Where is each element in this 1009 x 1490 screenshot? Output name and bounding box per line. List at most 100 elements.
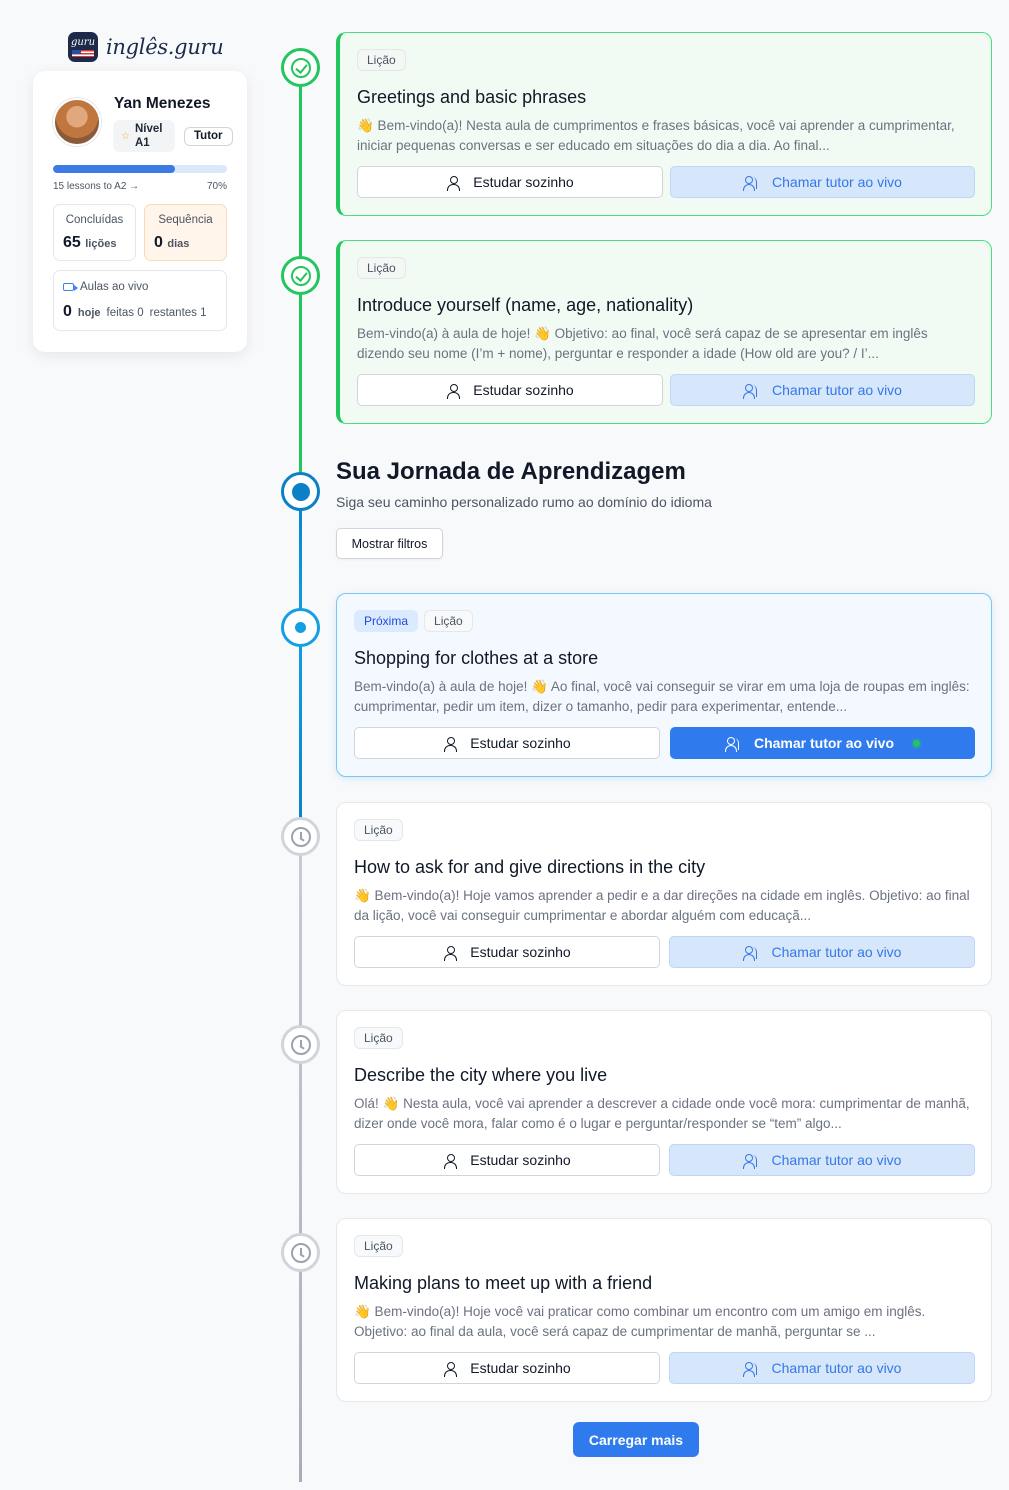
level-progress-fill bbox=[53, 165, 175, 173]
completed-title: Concluídas bbox=[65, 214, 124, 226]
journey-subtitle: Siga seu caminho personalizado rumo ao d… bbox=[336, 494, 712, 510]
users-icon bbox=[742, 1361, 759, 1377]
progress-label[interactable]: 15 lessons to A2 → bbox=[53, 181, 139, 192]
brand-name: inglês.guru bbox=[106, 35, 224, 59]
live-today-value: 0 bbox=[63, 303, 72, 320]
study-alone-button[interactable]: Estudar sozinho bbox=[354, 727, 660, 759]
lesson-description: 👋 Bem-vindo(a)! Hoje você vai praticar c… bbox=[354, 1304, 926, 1339]
lesson-tags: Lição bbox=[354, 819, 403, 841]
live-classes-label: Aulas ao vivo bbox=[80, 281, 149, 293]
study-alone-label: Estudar sozinho bbox=[473, 174, 574, 190]
avatar[interactable] bbox=[53, 98, 101, 146]
tag-lesson: Lição bbox=[357, 49, 406, 71]
study-alone-button[interactable]: Estudar sozinho bbox=[354, 1144, 660, 1176]
call-tutor-button[interactable]: Chamar tutor ao vivo bbox=[670, 166, 975, 198]
lesson-title[interactable]: Greetings and basic phrases bbox=[357, 87, 586, 108]
completed-number: 65 bbox=[63, 234, 81, 251]
lesson-tags: Lição bbox=[357, 257, 406, 279]
users-icon bbox=[743, 175, 759, 191]
progress-percent: 70% bbox=[206, 181, 227, 192]
lesson-title[interactable]: Describe the city where you live bbox=[354, 1065, 607, 1086]
users-icon bbox=[742, 945, 759, 961]
lesson-card[interactable]: Lição Describe the city where you live O… bbox=[336, 1010, 992, 1194]
level-badge: ☆ Nível A1 bbox=[113, 120, 175, 152]
tag-lesson: Lição bbox=[354, 819, 403, 841]
level-label: Nível A1 bbox=[135, 122, 163, 150]
clock-icon bbox=[290, 1034, 311, 1055]
lesson-title[interactable]: Introduce yourself (name, age, nationali… bbox=[357, 295, 693, 316]
streak-title: Sequência bbox=[158, 214, 213, 226]
brand-logo[interactable]: guru inglês.guru bbox=[68, 32, 224, 62]
tag-lesson: Lição bbox=[424, 610, 473, 632]
completed-value: 65 lições bbox=[63, 234, 116, 252]
journey-dot-icon bbox=[291, 482, 310, 501]
timeline-node-completed bbox=[281, 256, 320, 295]
call-tutor-button[interactable]: Chamar tutor ao vivo bbox=[669, 1352, 975, 1384]
timeline-current-line bbox=[299, 492, 302, 837]
user-icon bbox=[443, 736, 458, 752]
streak-number: 0 bbox=[154, 234, 163, 251]
study-alone-button[interactable]: Estudar sozinho bbox=[357, 166, 663, 198]
lesson-card-next[interactable]: Próxima Lição Shopping for clothes at a … bbox=[336, 593, 992, 777]
lesson-description: Bem-vindo(a) à aula de hoje! 👋 Objetivo:… bbox=[357, 326, 928, 361]
journey-title: Sua Jornada de Aprendizagem bbox=[336, 458, 686, 485]
profile-card: Yan Menezes ☆ Nível A1 Tutor 15 lessons … bbox=[33, 71, 247, 352]
timeline-node-journey bbox=[281, 472, 320, 511]
lesson-description: Bem-vindo(a) à aula de hoje! 👋 Ao final,… bbox=[354, 679, 970, 714]
streak-unit: dias bbox=[167, 238, 190, 250]
lesson-title[interactable]: How to ask for and give directions in th… bbox=[354, 857, 705, 878]
study-alone-button[interactable]: Estudar sozinho bbox=[357, 374, 663, 406]
timeline-node-next bbox=[281, 608, 320, 647]
clock-icon bbox=[290, 826, 311, 847]
us-flag-icon bbox=[72, 50, 94, 57]
timeline-node-pending bbox=[281, 1233, 320, 1272]
lesson-card[interactable]: Lição Greetings and basic phrases 👋 Bem-… bbox=[336, 32, 992, 216]
users-icon bbox=[743, 383, 759, 399]
live-classes-values: 0 hoje feitas 0 restantes 1 bbox=[63, 303, 207, 321]
call-tutor-button[interactable]: Chamar tutor ao vivo bbox=[669, 1144, 975, 1176]
live-remaining: restantes 1 bbox=[149, 307, 207, 319]
lesson-description: Olá! 👋 Nesta aula, você vai aprender a d… bbox=[354, 1096, 970, 1131]
load-more-button[interactable]: Carregar mais bbox=[573, 1422, 699, 1457]
lesson-card[interactable]: Lição Introduce yourself (name, age, nat… bbox=[336, 240, 992, 424]
study-alone-label: Estudar sozinho bbox=[470, 944, 571, 960]
live-classes-stat: Aulas ao vivo 0 hoje feitas 0 restantes … bbox=[53, 270, 227, 331]
completed-stat: Concluídas 65 lições bbox=[53, 204, 136, 261]
user-icon bbox=[446, 383, 461, 399]
timeline-node-pending bbox=[281, 817, 320, 856]
lesson-card[interactable]: Lição Making plans to meet up with a fri… bbox=[336, 1218, 992, 1402]
check-circle-icon bbox=[290, 265, 311, 286]
timeline-node-completed bbox=[281, 48, 320, 87]
call-tutor-label: Chamar tutor ao vivo bbox=[771, 944, 902, 960]
lesson-title[interactable]: Making plans to meet up with a friend bbox=[354, 1273, 652, 1294]
next-dot-icon bbox=[295, 622, 306, 633]
completed-unit: lições bbox=[85, 238, 117, 250]
call-tutor-button[interactable]: Chamar tutor ao vivo bbox=[670, 727, 975, 759]
call-tutor-label: Chamar tutor ao vivo bbox=[771, 1152, 902, 1168]
study-alone-button[interactable]: Estudar sozinho bbox=[354, 1352, 660, 1384]
star-icon: ☆ bbox=[121, 130, 130, 142]
call-tutor-button[interactable]: Chamar tutor ao vivo bbox=[670, 374, 975, 406]
lesson-card[interactable]: Lição How to ask for and give directions… bbox=[336, 802, 992, 986]
user-name: Yan Menezes bbox=[114, 95, 211, 112]
study-alone-label: Estudar sozinho bbox=[470, 1360, 571, 1376]
lesson-tags: Lição bbox=[354, 1027, 403, 1049]
study-alone-button[interactable]: Estudar sozinho bbox=[354, 936, 660, 968]
user-icon bbox=[446, 175, 461, 191]
level-progress-bar bbox=[53, 165, 227, 173]
study-alone-label: Estudar sozinho bbox=[473, 382, 574, 398]
timeline-node-pending bbox=[281, 1025, 320, 1064]
level-line-2: A1 bbox=[134, 137, 150, 149]
lesson-description: 👋 Bem-vindo(a)! Hoje vamos aprender a pe… bbox=[354, 888, 970, 923]
lesson-title[interactable]: Shopping for clothes at a store bbox=[354, 648, 598, 669]
show-filters-button[interactable]: Mostrar filtros bbox=[336, 528, 443, 559]
call-tutor-button[interactable]: Chamar tutor ao vivo bbox=[669, 936, 975, 968]
call-tutor-label: Chamar tutor ao vivo bbox=[753, 735, 895, 751]
lesson-tags: Lição bbox=[354, 1235, 403, 1257]
tag-lesson: Lição bbox=[354, 1235, 403, 1257]
users-icon bbox=[724, 736, 741, 752]
tag-lesson: Lição bbox=[357, 257, 406, 279]
brand-badge-text: guru bbox=[70, 37, 96, 48]
video-camera-icon bbox=[63, 283, 78, 291]
call-tutor-label: Chamar tutor ao vivo bbox=[772, 382, 902, 398]
